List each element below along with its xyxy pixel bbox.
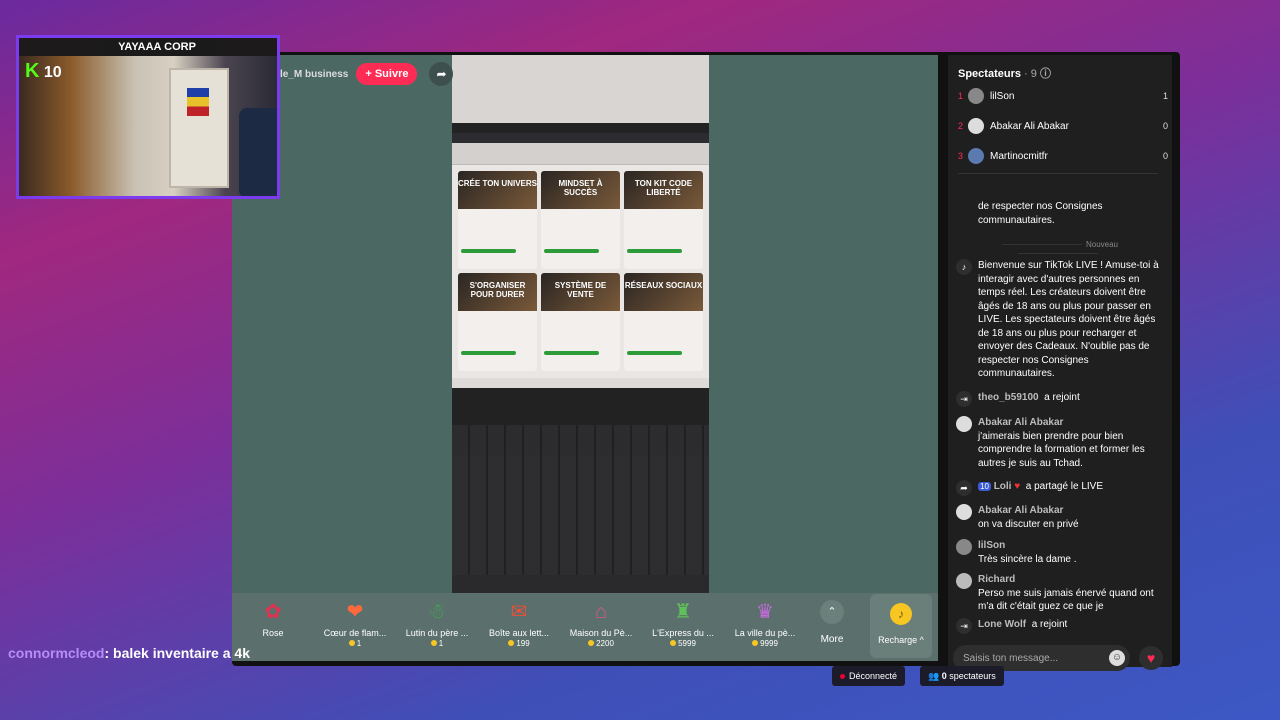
heart-icon[interactable]: ♥ (1139, 646, 1163, 670)
avatar (968, 88, 984, 104)
webcam-flag (187, 88, 209, 116)
viewer-row[interactable]: 3 Martinocmitfr 0 (958, 146, 1168, 166)
streamer-name[interactable]: le_M business (280, 69, 348, 80)
kick-logo-icon: K (25, 60, 40, 82)
coin-icon (508, 640, 515, 646)
coin-icon (588, 640, 595, 646)
tiktok-icon: ♪ (956, 259, 972, 275)
viewers-title: Spectateurs · 9 ⓘ (958, 68, 1051, 80)
streamer-header: le_M business + Suivre ➦ (280, 62, 454, 86)
heart-gift-icon: ❤ (346, 601, 364, 623)
avatar (956, 504, 972, 520)
recharge-button[interactable]: ♪ Recharge ^ (870, 594, 932, 658)
overlay-chat-message: connormcleod: balek inventaire a 4k (8, 645, 250, 661)
rose-icon: ✿ (264, 601, 282, 623)
course-card: S'ORGANISER POUR DURER (458, 273, 537, 371)
follow-button[interactable]: + Suivre (356, 63, 418, 85)
gift-express[interactable]: ♜ L'Express du ... 5999 (642, 593, 724, 661)
status-dot-icon (840, 674, 845, 679)
avatar (956, 539, 972, 555)
coin-icon (430, 640, 437, 646)
video-content: CRÉE TON UNIVERS MINDSET À SUCCÈS TON KI… (452, 55, 709, 593)
tiktok-coin-icon: ♪ (890, 603, 912, 625)
keyboard (452, 425, 709, 575)
browser-bar (452, 143, 709, 165)
course-card: SYSTÈME DE VENTE (541, 273, 620, 371)
connection-status: Déconnecté (832, 666, 906, 686)
kick-badge-number: 10 (43, 64, 62, 81)
course-card: RÉSEAUX SOCIAUX (624, 273, 703, 371)
heart-icon: ♥ (1014, 481, 1021, 492)
gift-elf[interactable]: ☃ Lutin du père ... 1 (396, 593, 478, 661)
city-icon: ♛ (756, 601, 774, 623)
chevron-up-icon: ⌃ (820, 600, 844, 624)
coin-icon (670, 640, 677, 646)
share-icon[interactable]: ➦ (429, 62, 454, 86)
laptop-screen: CRÉE TON UNIVERS MINDSET À SUCCÈS TON KI… (452, 133, 709, 388)
kick-badge: K 10 (25, 60, 62, 83)
chat-message: Abakar Ali Abakar j'aimerais bien prendre… (956, 416, 1161, 470)
emoji-icon[interactable]: ☺ (1109, 650, 1125, 666)
gift-heart[interactable]: ❤ Cœur de flam... 1 (314, 593, 396, 661)
avatar (956, 416, 972, 432)
webcam-overlay: YAYAAA CORP K 10 (16, 35, 280, 199)
chat-message: ♪ Bienvenue sur TikTok LIVE ! Amuse-toi … (956, 259, 1161, 381)
webcam-chair (239, 108, 277, 196)
gift-house[interactable]: ⌂ Maison du Pè... 2200 (560, 593, 642, 661)
elf-icon: ☃ (428, 601, 446, 623)
house-icon: ⌂ (594, 601, 608, 623)
course-card: TON KIT CODE LIBERTÉ (624, 171, 703, 269)
course-card: MINDSET À SUCCÈS (541, 171, 620, 269)
level-badge: 10 (978, 482, 991, 491)
avatar (968, 118, 984, 134)
new-messages-separator: Nouveau (958, 240, 1158, 258)
chat-message: de respecter nos Consignes communautaire… (978, 201, 1103, 226)
course-grid: CRÉE TON UNIVERS MINDSET À SUCCÈS TON KI… (452, 165, 709, 377)
join-icon: ⇥ (956, 391, 972, 407)
divider (958, 173, 1158, 174)
join-icon: ⇥ (956, 618, 972, 634)
gift-city[interactable]: ♛ La ville du pè... 9999 (724, 593, 806, 661)
train-icon: ♜ (674, 601, 692, 623)
share-icon: ➦ (956, 480, 972, 496)
webcam-title: YAYAAA CORP (97, 38, 217, 56)
course-card: CRÉE TON UNIVERS (458, 171, 537, 269)
share-message: ➦ 10 Loli ♥ a partagé le LIVE (956, 480, 1161, 496)
join-message: ⇥ Lone Wolf a rejoint (956, 618, 1161, 634)
join-message: ⇥ theo_b59100 a rejoint (956, 391, 1161, 407)
viewer-row[interactable]: 1 lilSon 1 (958, 86, 1168, 106)
viewer-row[interactable]: 2 Abakar Ali Abakar 0 (958, 116, 1168, 136)
avatar (956, 573, 972, 589)
coin-icon (752, 640, 759, 646)
users-icon: 👥 (928, 671, 940, 681)
chat-message: lilSon Très sincère la dame . (956, 539, 1161, 566)
more-gifts-button[interactable]: ⌃ More (810, 600, 854, 656)
browser-tabs (452, 133, 709, 143)
viewers-pill: 👥 0 spectateurs (920, 666, 1004, 686)
webcam-door (169, 68, 229, 188)
chat-message: Richard Perso me suis jamais énervé quand… (956, 573, 1161, 614)
coin-icon (348, 640, 355, 646)
info-icon: ⓘ (1039, 68, 1051, 80)
taskbar (452, 378, 709, 388)
mailbox-icon: ✉ (510, 601, 528, 623)
avatar (968, 148, 984, 164)
gift-mailbox[interactable]: ✉ Boîte aux lett... 199 (478, 593, 560, 661)
chat-message: Abakar Ali Abakar on va discuter en privé (956, 504, 1161, 531)
